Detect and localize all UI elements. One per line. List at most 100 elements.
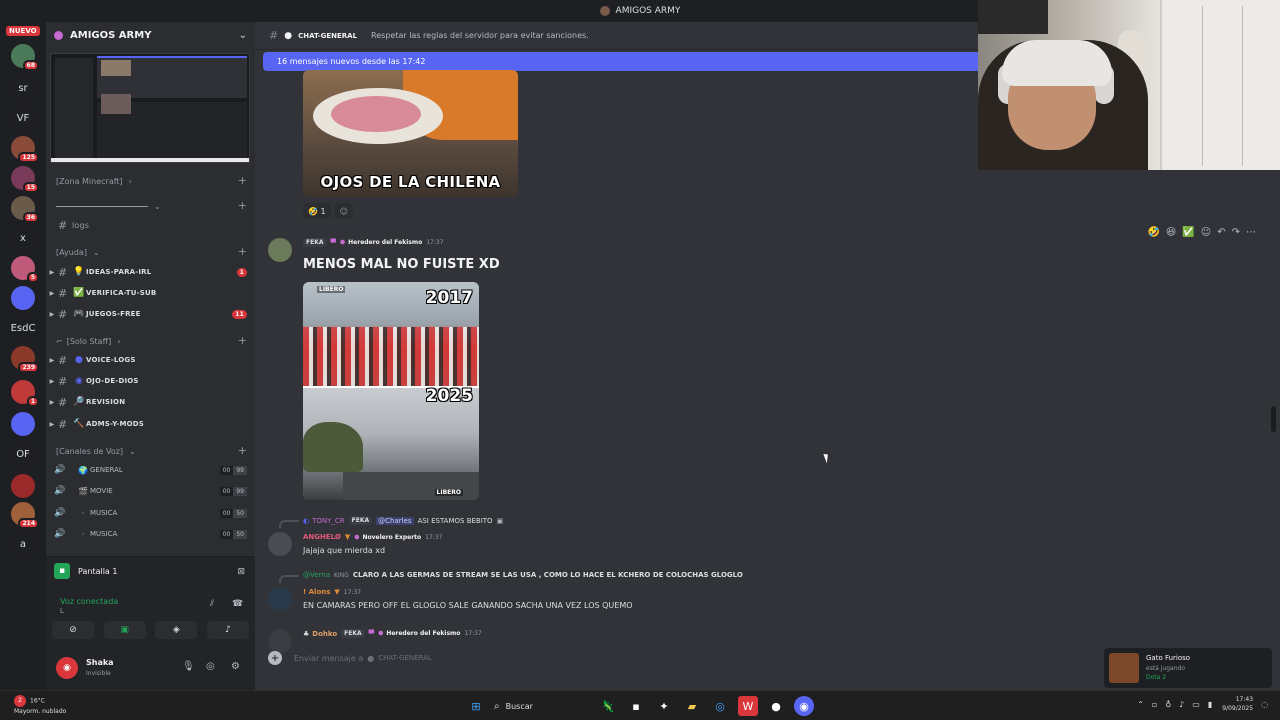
screen-share-button[interactable]: ▣	[103, 621, 146, 639]
noise-suppression-icon[interactable]: ⫽	[210, 599, 214, 609]
reply-icon[interactable]: ↶	[1217, 227, 1225, 238]
channel-voice-logs[interactable]: ▶ # ● VOICE-LOGS	[46, 350, 255, 370]
disconnect-icon[interactable]: ☎	[232, 599, 243, 609]
category-solo-staff[interactable]: ⌐ [Solo Staff] ›	[56, 337, 120, 346]
github-icon[interactable]: ●	[766, 696, 786, 716]
stream-preview[interactable]	[50, 53, 250, 163]
copilot-icon[interactable]: ✦	[654, 696, 674, 716]
channel-adms-y-mods[interactable]: ▶ # 🔨 ADMS-Y-MODS	[46, 414, 255, 434]
task-view-icon[interactable]: ▪	[626, 696, 646, 716]
screen-share-row[interactable]: ▪ Pantalla 1	[54, 563, 117, 579]
channel-ideas-para-irl[interactable]: ▶ # 💡 IDEAS-PARA-IRL 1	[46, 262, 255, 282]
laugh-reaction-icon[interactable]: 🤣	[1147, 227, 1159, 238]
reply-preview[interactable]: ◐ TONY_CR FEKA @Charles ASI ESTAMOS BEBI…	[303, 516, 503, 525]
message-composer[interactable]: + Enviar mensaje a ● CHAT-GENERAL	[268, 646, 1098, 670]
gear-icon[interactable]: ⚙	[231, 661, 240, 672]
weather-widget[interactable]: 2 16°C Mayorm. nublado	[14, 695, 66, 716]
camera-off-button[interactable]: ⊘	[52, 621, 94, 639]
server-icon[interactable]: a	[11, 532, 35, 556]
clock[interactable]: 17:43 9/09/2025	[1222, 695, 1253, 713]
channel-logs[interactable]: # logs	[46, 215, 255, 235]
scrollbar-thumb[interactable]	[1271, 406, 1276, 432]
user-name[interactable]: Shaka	[86, 658, 114, 667]
mic-icon[interactable]: ♁	[1165, 700, 1171, 709]
server-icon[interactable]	[11, 412, 35, 436]
server-icon[interactable]: x	[11, 226, 35, 250]
channel-juegos-free[interactable]: ▶ # 🎮 JUEGOS-FREE 11	[46, 304, 255, 324]
add-channel-icon[interactable]: +	[238, 444, 247, 457]
reaction-laugh[interactable]: 🤣 1	[303, 203, 331, 219]
category-canales-de-voz[interactable]: [Canales de Voz] ⌄	[56, 447, 136, 456]
activities-button[interactable]: ◈	[155, 621, 198, 639]
chevron-up-icon[interactable]: ⌃	[1137, 700, 1144, 709]
server-icon[interactable]: 15	[11, 166, 39, 193]
taskbar-search[interactable]: ⌕ Buscar	[494, 696, 590, 716]
channel-ojo-de-dios[interactable]: ▶ # ◉ OJO-DE-DIOS	[46, 371, 255, 391]
server-icon[interactable]: 214	[11, 502, 39, 529]
office-icon[interactable]: W	[738, 696, 758, 716]
add-attachment-icon[interactable]: +	[268, 651, 282, 665]
server-icon[interactable]: 68	[11, 44, 39, 71]
network-icon[interactable]: ▭	[1192, 700, 1200, 709]
check-reaction-icon[interactable]: ✅	[1182, 227, 1194, 238]
forward-icon[interactable]: ↷	[1232, 227, 1240, 238]
server-icon[interactable]: OF	[11, 442, 35, 466]
user-name[interactable]: ! Alons	[303, 588, 330, 596]
voice-channel[interactable]: 🔊 🎬 MOVIE 00 99	[46, 481, 255, 501]
server-icon[interactable]: 36	[11, 196, 39, 223]
add-reaction-icon[interactable]: ☺	[1201, 227, 1211, 238]
user-name[interactable]: Dohko	[312, 630, 337, 638]
category-ayuda[interactable]: [Ayuda] ⌄	[56, 248, 100, 257]
channel-topic[interactable]: Respetar las reglas del servidor para ev…	[371, 31, 589, 40]
avatar[interactable]	[268, 238, 292, 262]
add-channel-icon[interactable]: +	[238, 199, 247, 212]
chevron-down-icon[interactable]: ⌄	[239, 30, 247, 41]
voice-channel[interactable]: 🔊 🌍 GENERAL 00 99	[46, 460, 255, 480]
tray-app-icon[interactable]: ▫	[1152, 700, 1157, 709]
server-icon[interactable]: VF	[11, 106, 35, 130]
server-icon[interactable]: EsdC	[11, 316, 35, 340]
category-zona-minecraft[interactable]: [Zona Minecraft] ›	[56, 177, 132, 186]
user-name[interactable]: ANGHELØ	[303, 533, 341, 541]
voice-channel[interactable]: 🔊 · MUSICA 00 50	[46, 503, 255, 523]
close-stream-icon[interactable]: ⊠	[237, 567, 245, 577]
server-icon[interactable]: 1	[11, 380, 39, 407]
activity-card[interactable]: Gato Furioso está jugando Dota 2	[1104, 648, 1272, 688]
widget-icon[interactable]: 🦎	[598, 696, 618, 716]
add-channel-icon[interactable]: +	[238, 245, 247, 258]
avatar[interactable]	[268, 532, 292, 556]
more-icon[interactable]: ⋯	[1246, 227, 1256, 238]
voice-status[interactable]: Voz conectada	[60, 597, 118, 606]
headphones-icon[interactable]: ◎	[206, 661, 215, 672]
smile-reaction-icon[interactable]: 😆	[1166, 227, 1176, 238]
server-icon[interactable]: 5	[11, 256, 39, 283]
microphone-icon[interactable]: 🎙	[182, 661, 195, 672]
voice-channel[interactable]: 🔊 · MUSICA 00 50	[46, 524, 255, 544]
server-icon[interactable]	[11, 286, 35, 310]
new-messages-bar[interactable]: 16 mensajes nuevos desde las 17:42	[263, 52, 978, 71]
soundboard-button[interactable]: ♪	[206, 621, 249, 639]
server-icon[interactable]: sr	[11, 76, 35, 100]
server-icon[interactable]	[11, 474, 35, 498]
add-channel-icon[interactable]: +	[238, 334, 247, 347]
add-reaction-icon[interactable]: ☺	[334, 203, 353, 219]
avatar[interactable]	[268, 587, 292, 611]
volume-icon[interactable]: ♪	[1179, 700, 1184, 709]
server-icon[interactable]: 239	[11, 346, 39, 373]
server-header[interactable]: AMIGOS ARMY ⌄	[46, 22, 255, 48]
avatar[interactable]: ◉	[56, 657, 78, 679]
notification-icon[interactable]: ◌	[1261, 700, 1268, 709]
image-attachment[interactable]: OJOS DE LA CHILENA	[303, 70, 518, 197]
edge-icon[interactable]: ◎	[710, 696, 730, 716]
reply-preview[interactable]: @Verna KING CLARO A LAS GERMAS DE STREAM…	[303, 571, 743, 579]
windows-start-icon[interactable]: ⊞	[466, 696, 486, 716]
battery-icon[interactable]: ▮	[1208, 700, 1212, 709]
category-divider[interactable]: ⌄	[56, 202, 161, 211]
file-explorer-icon[interactable]: ▰	[682, 696, 702, 716]
channel-revision[interactable]: ▶ # 🔎 REVISION	[46, 392, 255, 412]
add-channel-icon[interactable]: +	[238, 174, 247, 187]
user-tag[interactable]: FEKA	[303, 238, 327, 247]
image-attachment[interactable]: 2017 2025 LIBERO LIBERO	[303, 282, 479, 500]
channel-verifica-tu-sub[interactable]: ▶ # ✅ VERIFICA-TU-SUB	[46, 283, 255, 303]
server-icon[interactable]: 125	[11, 136, 39, 163]
